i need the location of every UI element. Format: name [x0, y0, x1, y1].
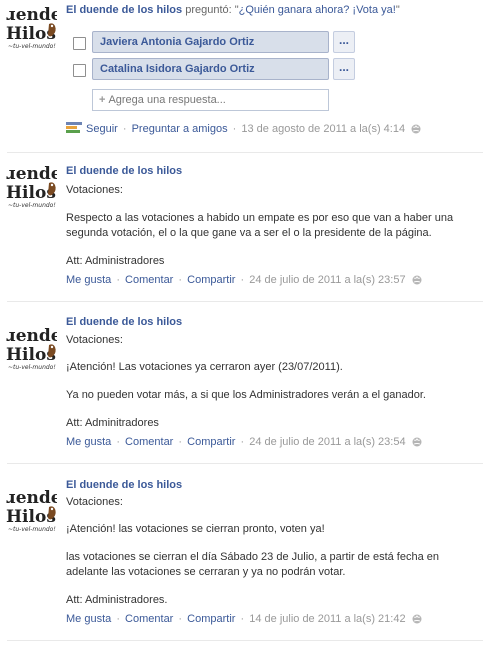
post-text-line: Att: Administradores — [66, 255, 165, 267]
like-link[interactable]: Me gusta — [66, 613, 111, 625]
avatar-logo-icon — [6, 326, 57, 371]
poll-option[interactable]: Javiera Antonia Gajardo Ortiz — [92, 31, 329, 53]
post-text-line: adelante las votaciones se cerraran y ya… — [66, 566, 346, 578]
post-actions: Me gusta · Comentar · Compartir · 14 de … — [66, 613, 422, 625]
like-link[interactable]: Me gusta — [66, 436, 111, 448]
poll-actions: Seguir · Preguntar a amigos · 13 de agos… — [66, 122, 421, 135]
poll-icon — [66, 122, 82, 133]
post-text-line: ¡Atención! Las votaciones ya cerraron ay… — [66, 361, 343, 373]
poll-option[interactable]: Catalina Isidora Gajardo Ortiz — [92, 58, 329, 80]
globe-icon — [412, 614, 422, 624]
post-text-line: Att: Adminitradores — [66, 417, 159, 429]
globe-icon — [411, 124, 421, 134]
avatar[interactable] — [5, 323, 57, 371]
post-author-link[interactable]: El duende de los hilos — [66, 479, 182, 491]
post-actions: Me gusta · Comentar · Compartir · 24 de … — [66, 274, 422, 286]
post-text-line: Att: Administradores. — [66, 594, 168, 606]
ask-friends-link[interactable]: Preguntar a amigos — [132, 123, 228, 135]
poll-option-more-button[interactable]: ... — [333, 31, 355, 53]
timestamp[interactable]: 14 de julio de 2011 a la(s) 21:42 — [249, 613, 405, 625]
avatar[interactable] — [5, 2, 57, 50]
poll-verb: preguntó: — [185, 4, 232, 16]
post-text-line: Respecto a las votaciones a habido un em… — [66, 212, 454, 224]
avatar-logo-icon — [6, 488, 57, 533]
post-text-line: Ya no pueden votar más, a si que los Adm… — [66, 389, 426, 401]
post-text-line: Votaciones: — [66, 334, 123, 346]
timestamp[interactable]: 24 de julio de 2011 a la(s) 23:57 — [249, 274, 405, 286]
avatar[interactable] — [5, 485, 57, 533]
poll-author-link[interactable]: El duende de los hilos — [66, 4, 182, 16]
divider — [7, 152, 483, 153]
post-actions: Me gusta · Comentar · Compartir · 24 de … — [66, 436, 422, 448]
share-link[interactable]: Compartir — [187, 274, 235, 286]
poll-option-checkbox[interactable] — [73, 64, 86, 77]
post-text-line: segunda votación, el o la que gane va a … — [66, 227, 432, 239]
poll-header: El duende de los hilos preguntó: "¿Quién… — [66, 4, 400, 16]
avatar-logo-icon — [6, 5, 57, 50]
poll-close-quote: " — [395, 4, 400, 16]
poll-question-link[interactable]: ¿Quién ganara ahora? ¡Vota ya! — [239, 4, 396, 16]
avatar-logo-icon — [6, 164, 57, 209]
comment-link[interactable]: Comentar — [125, 274, 173, 286]
divider — [7, 463, 483, 464]
timestamp[interactable]: 24 de julio de 2011 a la(s) 23:54 — [249, 436, 405, 448]
plus-icon: + — [99, 94, 106, 106]
share-link[interactable]: Compartir — [187, 613, 235, 625]
globe-icon — [412, 275, 422, 285]
globe-icon — [412, 437, 422, 447]
divider — [7, 301, 483, 302]
post-text-line: ¡Atención! las votaciones se cierran pro… — [66, 523, 325, 535]
poll-option-checkbox[interactable] — [73, 37, 86, 50]
post-text-line: Votaciones: — [66, 184, 123, 196]
add-answer-input[interactable]: + Agrega una respuesta... — [92, 89, 329, 111]
post-author-link[interactable]: El duende de los hilos — [66, 316, 182, 328]
follow-link[interactable]: Seguir — [86, 123, 118, 135]
avatar[interactable] — [5, 161, 57, 209]
like-link[interactable]: Me gusta — [66, 274, 111, 286]
add-answer-placeholder: Agrega una respuesta... — [108, 94, 226, 106]
share-link[interactable]: Compartir — [187, 436, 235, 448]
divider — [7, 640, 483, 641]
poll-option-more-button[interactable]: ... — [333, 58, 355, 80]
comment-link[interactable]: Comentar — [125, 613, 173, 625]
timestamp[interactable]: 13 de agosto de 2011 a la(s) 4:14 — [241, 123, 405, 135]
post-text-line: Votaciones: — [66, 496, 123, 508]
post-author-link[interactable]: El duende de los hilos — [66, 165, 182, 177]
comment-link[interactable]: Comentar — [125, 436, 173, 448]
post-text-line: las votaciones se cierran el día Sábado … — [66, 551, 440, 563]
